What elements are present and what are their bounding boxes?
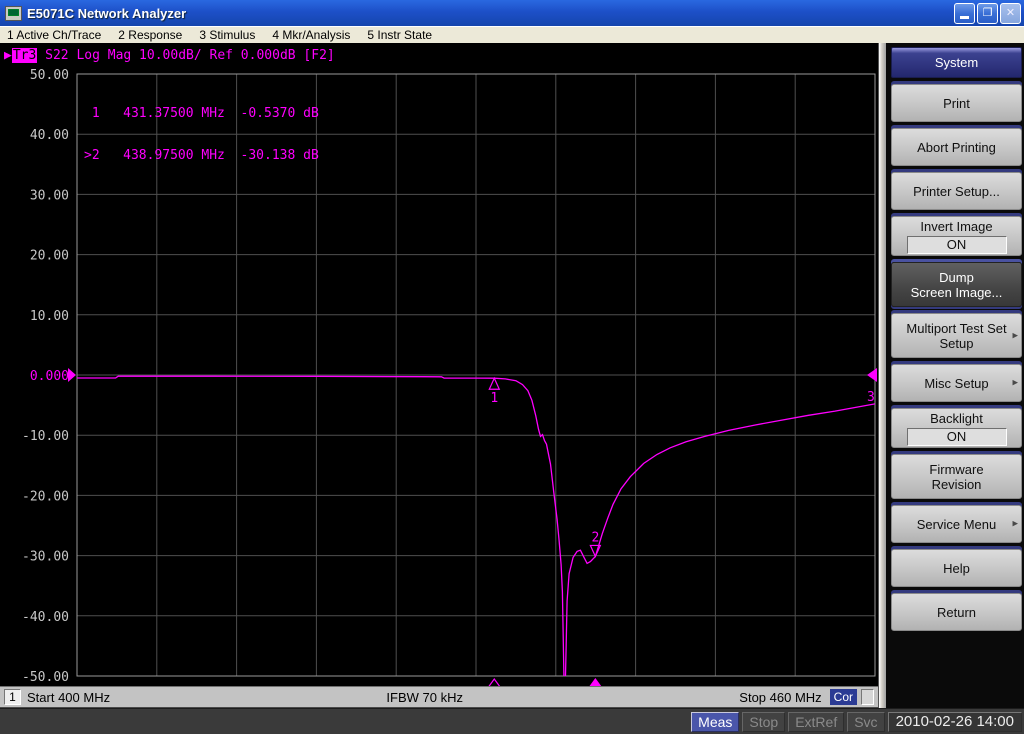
channel-status-bar: 1 Start 400 MHz IFBW 70 kHz Stop 460 MHz…	[0, 686, 878, 708]
application-window: E5071C Network Analyzer ❐ ✕ 1 Active Ch/…	[0, 0, 1024, 734]
softkey-abort-printing[interactable]: Abort Printing	[891, 128, 1022, 166]
softkey-state-box: ON	[906, 235, 1007, 254]
softkey-backlight[interactable]: Backlight ON	[891, 408, 1022, 448]
softkey-service-menu[interactable]: Service Menu ▸	[891, 505, 1022, 543]
softkey-label: Misc Setup	[924, 375, 989, 391]
softkey-multiport-test-set[interactable]: Multiport Test Set Setup ▸	[891, 313, 1022, 358]
minimize-icon	[960, 15, 969, 19]
softkey-label: Firmware	[929, 461, 984, 477]
marker-2-label: 2	[591, 530, 599, 545]
softkey-dump[interactable]: Dump Screen Image...	[891, 262, 1022, 307]
softkey-label-2: Screen Image...	[910, 284, 1003, 300]
trace-number-label: 3	[867, 390, 875, 405]
instrument-status-bar: Meas Stop ExtRef Svc 2010-02-26 14:00	[0, 708, 1024, 734]
softkey-state-box: ON	[906, 427, 1007, 446]
y-axis-tick-label: 50.00	[30, 68, 69, 83]
start-frequency-label[interactable]: Start 400 MHz	[27, 690, 110, 705]
softkey-label: Print	[943, 95, 970, 111]
marker-2-stimulus-indicator[interactable]	[587, 677, 603, 686]
menu-item-4[interactable]: 4 Mkr/Analysis	[272, 28, 350, 42]
submenu-arrow-icon: ▸	[1012, 376, 1018, 389]
trace-format-text: S22 Log Mag 10.00dB/ Ref 0.000dB [F2]	[37, 48, 335, 63]
y-axis-tick-label: 10.00	[30, 309, 69, 324]
instrument-screen: ▶Tr3 S22 Log Mag 10.00dB/ Ref 0.000dB [F…	[0, 43, 878, 708]
close-icon: ✕	[1005, 6, 1016, 19]
softkey-label-2: Setup	[939, 335, 974, 351]
softkey-label: Service Menu	[916, 516, 997, 532]
softkey-print[interactable]: Print	[891, 84, 1022, 122]
stop-frequency-label[interactable]: Stop 460 MHz	[739, 690, 821, 705]
softkey-label: Printer Setup...	[913, 183, 1000, 199]
app-icon	[5, 5, 22, 21]
stop-indicator: Stop	[742, 711, 786, 732]
y-axis-tick-label: -20.00	[22, 489, 69, 504]
y-axis-tick-label: 40.00	[30, 128, 69, 143]
extref-indicator: ExtRef	[788, 711, 845, 732]
softkey-label-2: Revision	[931, 476, 982, 492]
active-trace-arrow-icon: ▶	[4, 48, 12, 63]
marker-readout: 1 431.37500 MHz -0.5370 dB >2 438.97500 …	[84, 79, 319, 191]
y-axis-tick-label: 0.000	[30, 369, 69, 384]
submenu-arrow-icon: ▸	[1012, 517, 1018, 530]
y-axis-tick-label: -30.00	[22, 550, 69, 565]
y-axis-tick-label: -40.00	[22, 610, 69, 625]
softkey-label: Return	[936, 604, 977, 620]
softkey-label: Dump	[939, 269, 974, 285]
marker-1-stimulus-indicator[interactable]	[486, 677, 502, 686]
softkey-help[interactable]: Help	[891, 549, 1022, 587]
menu-item-1[interactable]: 1 Active Ch/Trace	[7, 28, 101, 42]
correction-status-badge: Cor	[829, 689, 857, 705]
restore-icon: ❐	[982, 6, 993, 19]
softkey-invert-image[interactable]: Invert Image ON	[891, 216, 1022, 256]
menu-item-2[interactable]: 2 Response	[118, 28, 182, 42]
softkey-misc-setup[interactable]: Misc Setup ▸	[891, 364, 1022, 402]
trace-name-badge: Tr3	[11, 48, 38, 63]
meas-indicator: Meas	[691, 711, 740, 732]
reference-level-marker-left	[68, 368, 76, 382]
menu-item-3[interactable]: 3 Stimulus	[199, 28, 255, 42]
channel-number-box: 1	[4, 689, 21, 705]
svc-indicator: Svc	[847, 711, 885, 732]
softkey-label: Multiport Test Set	[906, 320, 1007, 336]
minimize-button[interactable]	[954, 2, 975, 24]
submenu-arrow-icon: ▸	[1012, 329, 1018, 341]
y-axis-tick-label: -50.00	[22, 670, 69, 685]
menu-bar: 1 Active Ch/Trace 2 Response 3 Stimulus 4 M…	[0, 26, 1024, 43]
close-button[interactable]: ✕	[1000, 2, 1021, 24]
softkey-label: Invert Image	[920, 218, 993, 234]
y-axis-tick-label: 30.00	[30, 188, 69, 203]
marker-readout-line-1: 1 431.37500 MHz -0.5370 dB	[84, 106, 319, 121]
restore-button[interactable]: ❐	[977, 2, 998, 24]
screen-sidebar-divider	[878, 43, 886, 708]
softkey-menu-title: System	[891, 47, 1022, 78]
marker-1-label: 1	[490, 391, 498, 406]
y-axis-tick-label: 20.00	[30, 249, 69, 264]
ifbw-label[interactable]: IFBW 70 kHz	[110, 690, 739, 705]
y-axis-tick-label: -10.00	[22, 429, 69, 444]
softkey-firmware[interactable]: Firmware Revision	[891, 454, 1022, 499]
softkey-return[interactable]: Return	[891, 593, 1022, 631]
softkey-printer-setup[interactable]: Printer Setup...	[891, 172, 1022, 210]
window-title: E5071C Network Analyzer	[27, 5, 187, 21]
menu-item-5[interactable]: 5 Instr State	[367, 28, 432, 42]
softkey-label: Abort Printing	[917, 139, 996, 155]
clock: 2010-02-26 14:00	[887, 711, 1022, 732]
marker-1-glyph[interactable]	[488, 376, 501, 390]
marker-readout-line-2: >2 438.97500 MHz -30.138 dB	[84, 148, 319, 163]
status-spare-box	[861, 689, 874, 705]
reference-level-marker-right	[867, 368, 877, 382]
softkey-label: Help	[943, 560, 970, 576]
trace-status-line[interactable]: ▶Tr3 S22 Log Mag 10.00dB/ Ref 0.000dB [F…	[4, 48, 335, 63]
softkey-label: Backlight	[930, 410, 983, 426]
title-bar[interactable]: E5071C Network Analyzer ❐ ✕	[0, 0, 1024, 26]
softkey-menu: System Print Abort Printing Printer Setup.…	[886, 43, 1024, 708]
